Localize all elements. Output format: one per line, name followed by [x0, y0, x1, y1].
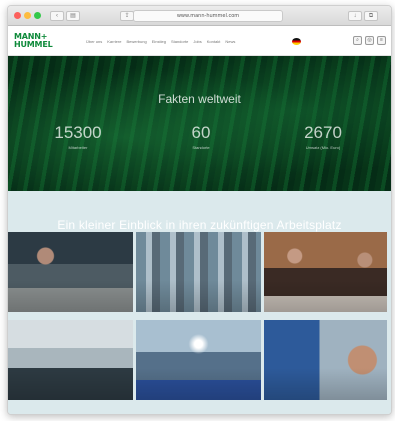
section-title: Ein kleiner Einblick in ihren zukünftige…: [57, 218, 342, 232]
address-bar[interactable]: www.mann-hummel.com: [133, 10, 283, 22]
search-icon[interactable]: ⌕: [353, 36, 362, 45]
stat-value: 60: [191, 123, 211, 142]
stat-locations: 60 Standorte: [156, 123, 246, 151]
stat-label: Mitarbeiter: [68, 145, 88, 150]
stat-value: 2670: [304, 123, 342, 142]
close-window-button[interactable]: [14, 12, 21, 19]
nav-item-2[interactable]: Karriere: [107, 39, 121, 44]
photo-shade: [8, 320, 133, 400]
download-icon[interactable]: ↓: [348, 11, 362, 21]
workplace-photo-6[interactable]: [264, 320, 387, 400]
stat-employees: 15300 Mitarbeiter: [33, 123, 123, 151]
site-header: MANN+ HUMMEL Über uns Karriere Bewerbung…: [8, 26, 391, 56]
stat-value: 15300: [54, 123, 102, 142]
menu-icon[interactable]: ≡: [377, 36, 386, 45]
stat-label: Umsatz (Mio. Euro): [305, 145, 341, 150]
nav-item-1[interactable]: Über uns: [86, 39, 102, 44]
nav-item-6[interactable]: Jobs: [193, 39, 201, 44]
back-icon[interactable]: ‹: [50, 11, 64, 21]
logo-line-2: HUMMEL: [14, 40, 53, 49]
main-navigation: Über uns Karriere Bewerbung Einstieg Sta…: [86, 39, 235, 44]
brand-logo[interactable]: MANN+ HUMMEL: [14, 33, 58, 49]
share-icon[interactable]: ⇪: [120, 11, 134, 21]
nav-item-3[interactable]: Bewerbung: [126, 39, 146, 44]
photo-shade: [8, 232, 133, 312]
workplace-photo-1[interactable]: [8, 232, 133, 312]
nav-item-7[interactable]: Kontakt: [207, 39, 221, 44]
nav-item-4[interactable]: Einstieg: [152, 39, 166, 44]
workplace-photo-5[interactable]: [136, 320, 261, 400]
german-flag-icon[interactable]: [292, 38, 301, 45]
workplace-photo-4[interactable]: [8, 320, 133, 400]
photo-shade: [136, 232, 261, 312]
workplace-photo-3[interactable]: [264, 232, 387, 312]
photo-shade: [264, 232, 387, 312]
stat-label: Standorte: [192, 145, 210, 150]
nav-item-8[interactable]: News: [225, 39, 235, 44]
tabs-icon[interactable]: ⧉: [364, 11, 378, 21]
profile-icon[interactable]: ◎: [365, 36, 374, 45]
photo-shade: [136, 320, 261, 400]
minimize-window-button[interactable]: [24, 12, 31, 19]
workplace-photo-2[interactable]: [136, 232, 261, 312]
sidebar-icon[interactable]: ▤: [66, 11, 80, 21]
hero-title: Fakten weltweit: [158, 92, 241, 106]
zoom-window-button[interactable]: [34, 12, 41, 19]
browser-toolbar: ‹ ▤ ⇪ www.mann-hummel.com ↓ ⧉: [8, 6, 391, 26]
hero-banner: Fakten weltweit 15300 Mitarbeiter 60 Sta…: [8, 56, 391, 191]
stat-revenue: 2670 Umsatz (Mio. Euro): [278, 123, 368, 151]
nav-item-5[interactable]: Standorte: [171, 39, 188, 44]
photo-shade: [264, 320, 387, 400]
